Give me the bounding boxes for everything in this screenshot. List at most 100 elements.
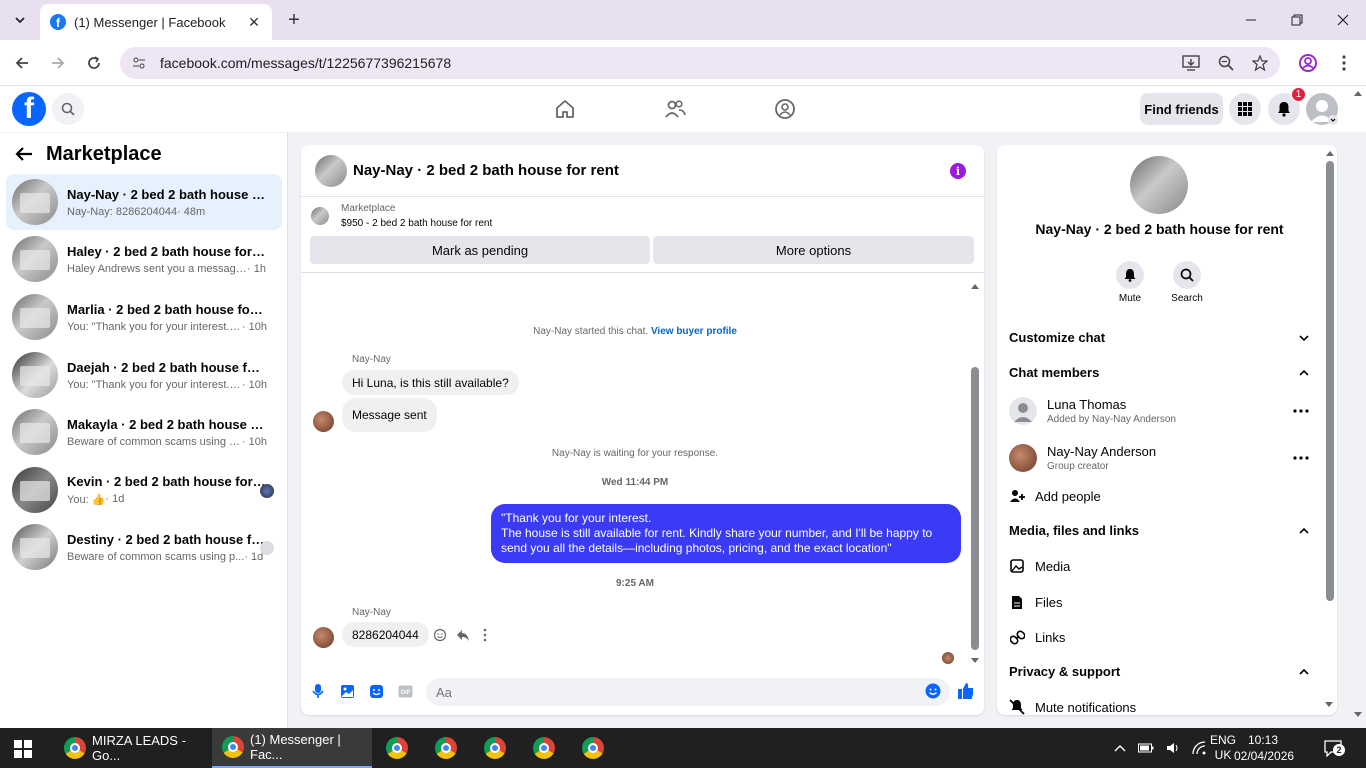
media-files-links-section[interactable]: Media, files and links (1009, 523, 1309, 538)
menu-grid-button[interactable] (1229, 93, 1261, 125)
conversation-item[interactable]: Kevin · 2 bed 2 bath house for r... You:… (6, 462, 282, 518)
tab-close-icon[interactable]: ✕ (246, 14, 262, 31)
scroll-up-icon[interactable] (971, 283, 979, 289)
new-tab-button[interactable]: + (282, 8, 306, 32)
chat-scrollbar[interactable] (971, 283, 979, 666)
view-buyer-profile-link[interactable]: View buyer profile (651, 326, 737, 337)
emoji-button[interactable] (925, 683, 941, 699)
privacy-support-section[interactable]: Privacy & support (1009, 664, 1309, 679)
taskbar-chrome-profile[interactable] (376, 728, 420, 768)
system-clock[interactable]: 10:13 02/04/2026 (1234, 732, 1294, 764)
speaker-icon[interactable] (1166, 742, 1180, 754)
chat-members-section[interactable]: Chat members (1009, 365, 1309, 380)
customize-chat-section[interactable]: Customize chat (1009, 330, 1309, 345)
message-bubble-incoming[interactable]: 8286204044 (342, 622, 429, 647)
message-bubble-incoming[interactable]: Hi Luna, is this still available? (342, 370, 519, 395)
close-window-button[interactable] (1320, 0, 1366, 40)
taskbar-app-chrome-leads[interactable]: MIRZA LEADS - Go... (54, 728, 210, 768)
omnibox[interactable]: facebook.com/messages/t/1225677396215678 (120, 47, 1280, 79)
more-horizontal-icon[interactable] (1293, 409, 1309, 413)
taskbar-chrome-profile[interactable] (425, 728, 469, 768)
sender-avatar[interactable] (313, 411, 334, 432)
minimize-button[interactable] (1228, 0, 1274, 40)
conversation-item[interactable]: Makayla · 2 bed 2 bath house for r... Be… (6, 404, 282, 460)
message-bubble-incoming[interactable]: Message sent (342, 398, 437, 432)
browser-tab-messenger[interactable]: f (1) Messenger | Facebook ✕ (40, 4, 272, 40)
scroll-down-icon[interactable] (971, 658, 979, 664)
voice-clip-button[interactable] (310, 683, 326, 699)
message-input[interactable] (426, 678, 950, 706)
conversation-time: · 48m (177, 205, 206, 218)
input-language[interactable]: ENG UK (1210, 728, 1236, 768)
tab-search-button[interactable] (8, 8, 32, 32)
mute-action[interactable]: Mute (1105, 261, 1155, 304)
gif-button[interactable]: GIF (397, 683, 413, 699)
marketplace-listing-row[interactable]: Marketplace $950 - 2 bed 2 bath house fo… (311, 203, 492, 229)
notification-center-button[interactable]: 2 (1324, 739, 1345, 758)
sender-avatar[interactable] (313, 627, 334, 648)
chat-title[interactable]: Nay-Nay · 2 bed 2 bath house for rent (353, 162, 619, 179)
more-vertical-icon[interactable] (483, 628, 487, 642)
scroll-up-icon[interactable] (1326, 150, 1334, 156)
browser-menu-button[interactable] (1332, 51, 1356, 75)
sticker-button[interactable] (368, 683, 384, 699)
more-horizontal-icon[interactable] (1293, 456, 1309, 460)
add-people-item[interactable]: Add people (1009, 486, 1309, 506)
browser-profile-button[interactable] (1296, 51, 1320, 75)
notifications-button[interactable]: 1 (1268, 87, 1306, 125)
more-options-button[interactable]: More options (653, 236, 974, 264)
details-scrollbar[interactable] (1326, 151, 1334, 601)
forward-button[interactable] (46, 51, 70, 75)
conversation-item[interactable]: Nay-Nay · 2 bed 2 bath house for ... Nay… (6, 174, 282, 230)
conversation-item[interactable]: Daejah · 2 bed 2 bath house for rent You… (6, 347, 282, 403)
mute-notifications-item[interactable]: Mute notifications (1009, 697, 1309, 715)
page-scroll-up-icon[interactable] (1354, 90, 1362, 96)
conversation-item[interactable]: Marlia · 2 bed 2 bath house for rent You… (6, 289, 282, 345)
search-action[interactable]: Search (1162, 261, 1212, 304)
url-text[interactable]: facebook.com/messages/t/1225677396215678 (160, 55, 451, 71)
links-item[interactable]: Links (1009, 627, 1309, 647)
bookmark-star-icon[interactable] (1252, 55, 1268, 71)
info-icon[interactable]: i (950, 163, 966, 179)
reply-icon[interactable] (456, 628, 470, 642)
react-emoji-icon[interactable] (433, 628, 447, 642)
facebook-search-button[interactable] (52, 93, 84, 125)
back-button[interactable] (10, 51, 34, 75)
nav-friends[interactable] (663, 97, 687, 121)
conversation-item[interactable]: Haley · 2 bed 2 bath house for rent Hale… (6, 231, 282, 287)
account-avatar[interactable] (1306, 93, 1338, 125)
chat-avatar-large[interactable] (1130, 156, 1188, 214)
chat-member-item[interactable]: Nay-Nay Anderson Group creator (1009, 441, 1309, 475)
media-item[interactable]: Media (1009, 556, 1309, 576)
mark-as-pending-button[interactable]: Mark as pending (310, 236, 650, 264)
battery-icon[interactable] (1138, 743, 1154, 753)
taskbar-app-chrome-messenger[interactable]: (1) Messenger | Fac... (212, 728, 372, 768)
find-friends-button[interactable]: Find friends (1140, 93, 1223, 125)
wifi-icon[interactable] (1192, 741, 1206, 755)
scrollbar-thumb[interactable] (1326, 161, 1334, 601)
back-arrow-icon[interactable] (14, 144, 34, 164)
facebook-logo-icon[interactable]: f (12, 92, 46, 126)
restore-button[interactable] (1274, 0, 1320, 40)
show-hidden-icons-chevron-icon[interactable] (1114, 744, 1126, 752)
files-item[interactable]: Files (1009, 592, 1309, 612)
chat-avatar[interactable] (315, 154, 347, 187)
windows-start-icon[interactable] (14, 740, 32, 758)
attach-photo-button[interactable] (339, 683, 355, 699)
install-app-icon[interactable] (1182, 55, 1200, 71)
like-send-button[interactable] (957, 683, 973, 699)
message-bubble-outgoing[interactable]: "Thank you for your interest. The house … (491, 504, 961, 563)
taskbar-chrome-profile[interactable] (572, 728, 616, 768)
taskbar-chrome-profile[interactable] (474, 728, 518, 768)
site-settings-icon[interactable] (132, 56, 146, 70)
nav-groups[interactable] (773, 97, 797, 121)
chat-member-item[interactable]: Luna Thomas Added by Nay-Nay Anderson (1009, 394, 1309, 428)
details-scroll-down-icon[interactable] (1325, 702, 1333, 708)
page-scroll-down-icon[interactable] (1354, 712, 1362, 718)
scrollbar-thumb[interactable] (971, 367, 979, 650)
nav-home[interactable] (553, 97, 577, 121)
reload-button[interactable] (82, 51, 106, 75)
zoom-icon[interactable] (1218, 55, 1234, 71)
conversation-item[interactable]: Destiny · 2 bed 2 bath house for... Bewa… (6, 519, 282, 575)
taskbar-chrome-profile[interactable] (523, 728, 567, 768)
